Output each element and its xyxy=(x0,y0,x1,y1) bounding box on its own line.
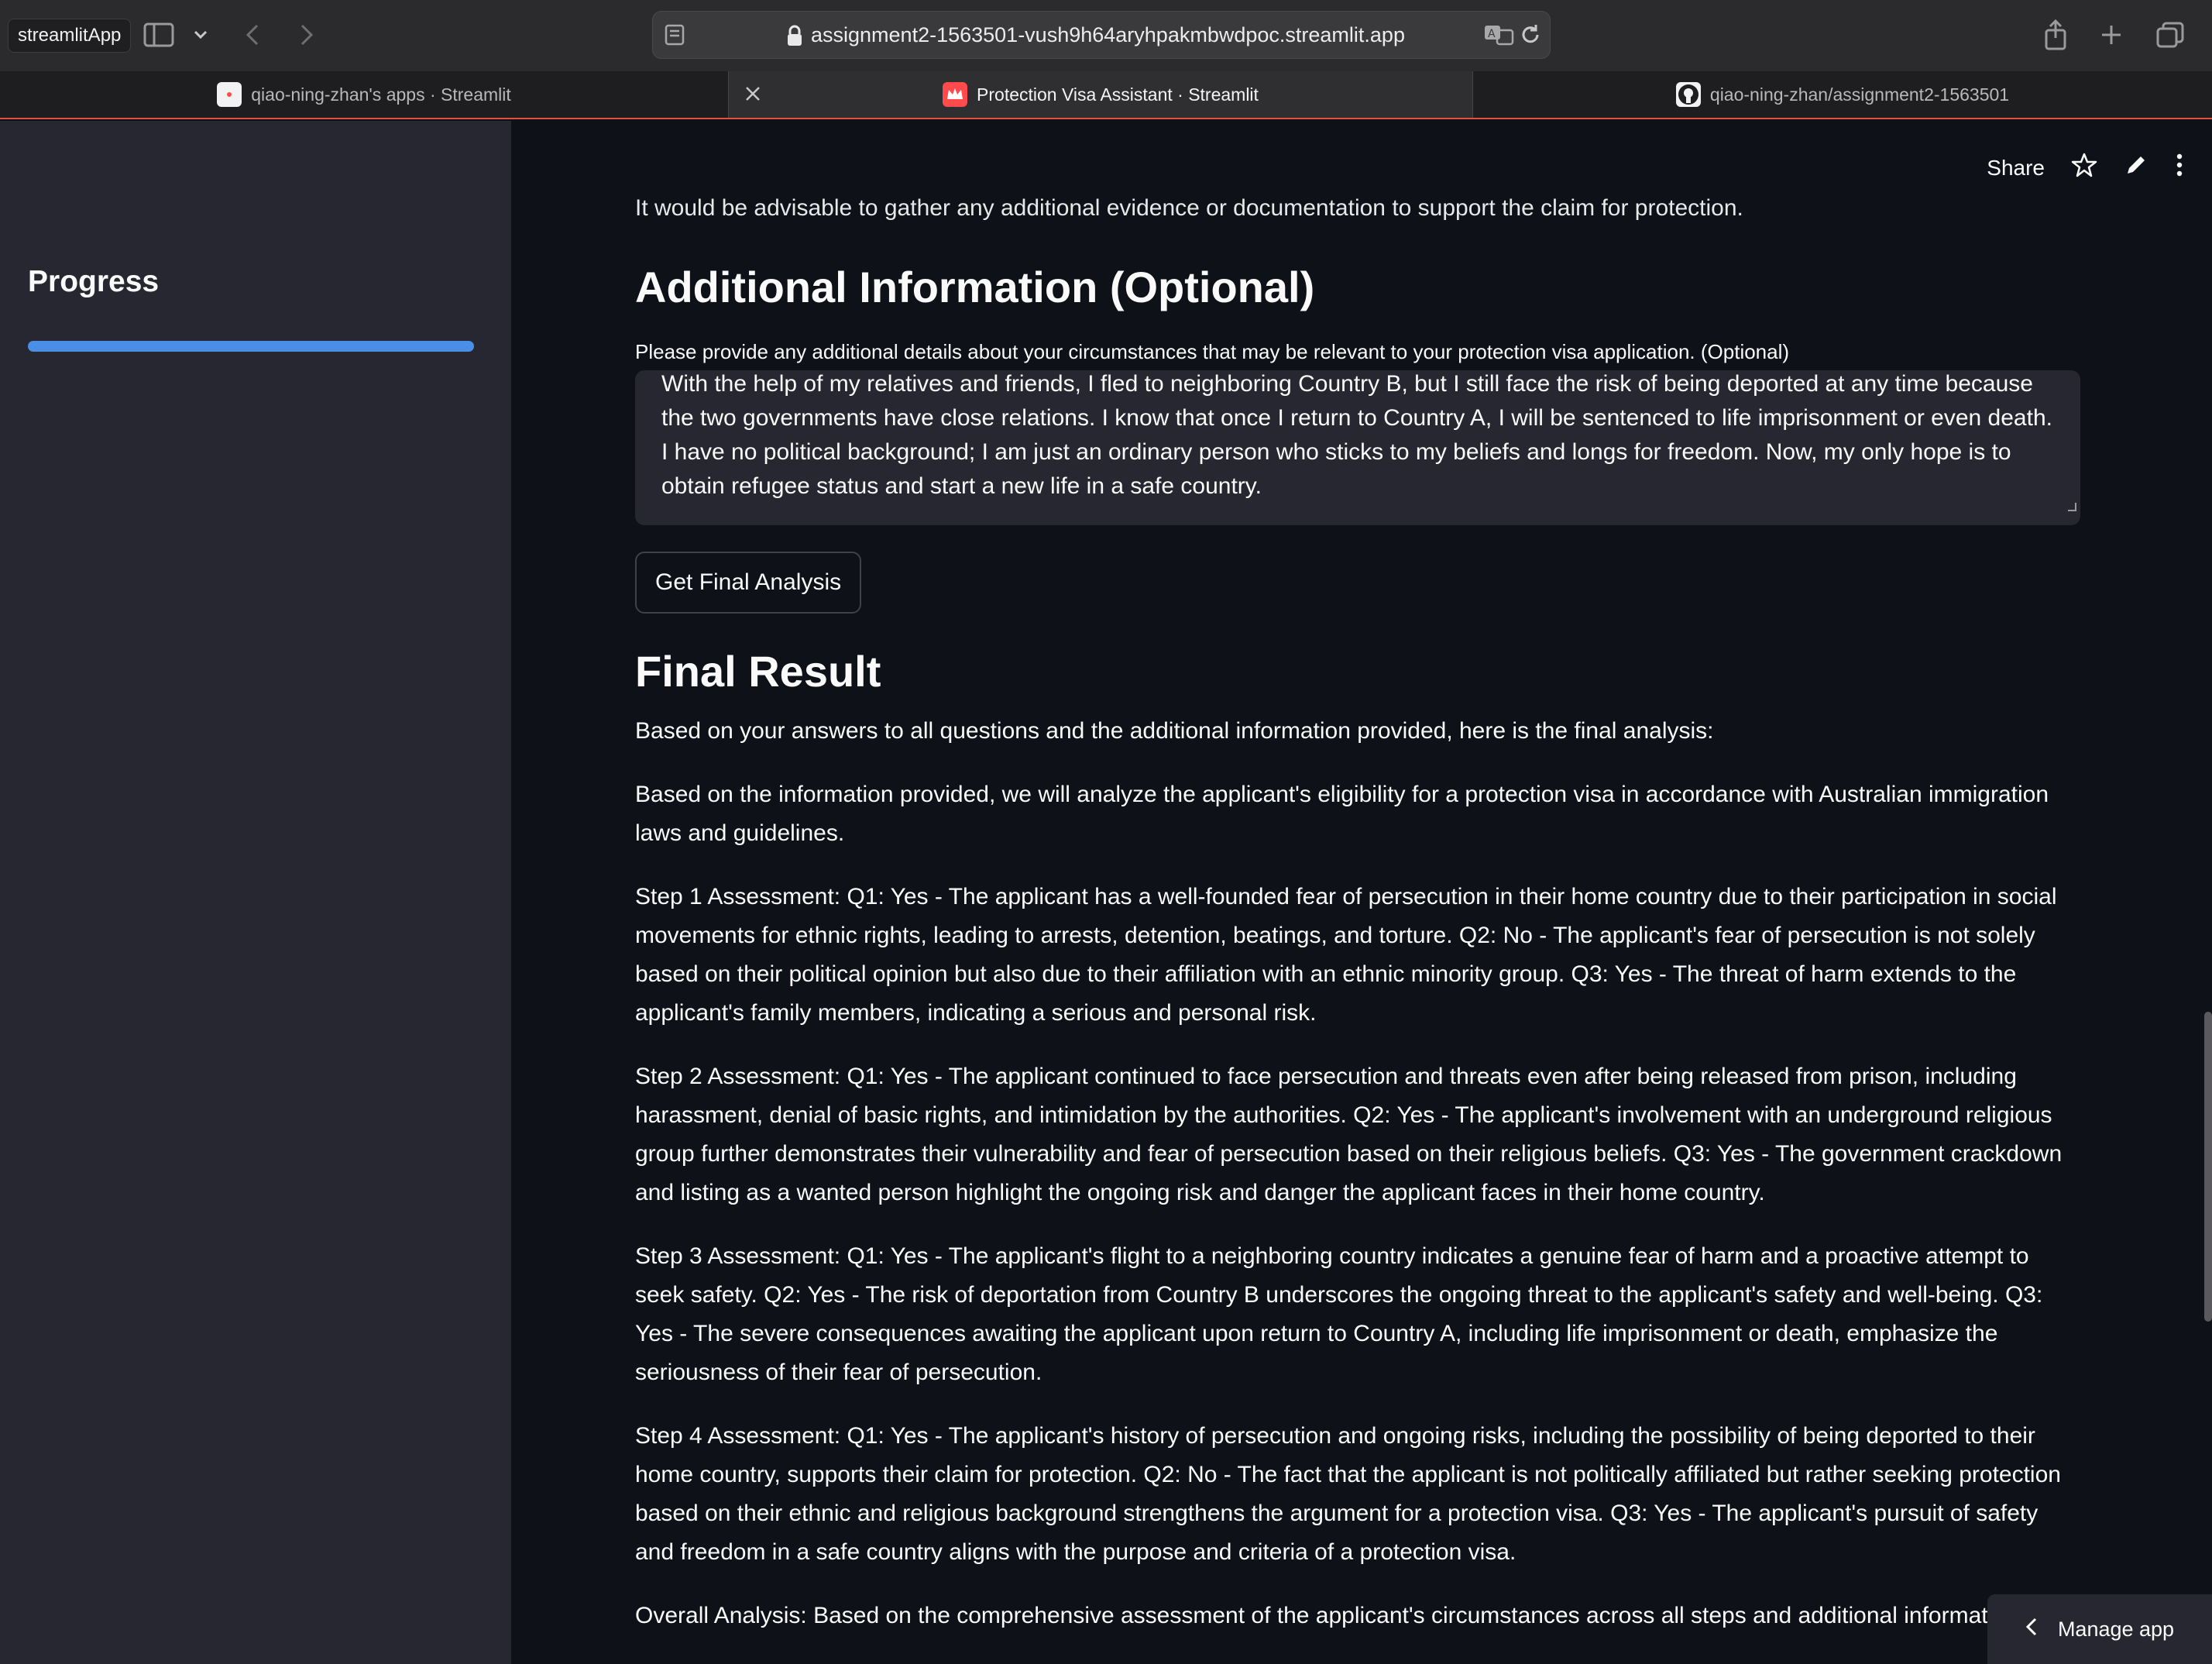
back-icon[interactable] xyxy=(239,17,266,53)
new-tab-icon[interactable] xyxy=(2096,17,2127,53)
sidebar: Progress xyxy=(0,121,511,1664)
analysis-paragraph: Step 4 Assessment: Q1: Yes - The applica… xyxy=(635,1423,2061,1565)
scrollbar[interactable] xyxy=(2204,1012,2212,1322)
additional-info-textarea[interactable]: With the help of my relatives and friend… xyxy=(635,370,2080,525)
streamlit-crown-favicon xyxy=(943,82,968,107)
manage-app-button[interactable]: Manage app xyxy=(1987,1594,2212,1664)
pencil-icon[interactable] xyxy=(2124,153,2148,183)
forward-icon[interactable] xyxy=(293,17,321,53)
close-icon[interactable] xyxy=(743,84,763,108)
manage-app-label: Manage app xyxy=(2057,1617,2175,1641)
share-button[interactable]: Share xyxy=(1987,156,2045,180)
analysis-paragraph: Step 2 Assessment: Q1: Yes - The applica… xyxy=(635,1064,2063,1205)
streamlit-favicon xyxy=(217,82,242,107)
lock-icon xyxy=(786,24,803,51)
sidebar-title: Progress xyxy=(28,265,160,298)
previous-paragraph-clipped: It would be advisable to gather any addi… xyxy=(635,195,1743,221)
content-column: It would be advisable to gather any addi… xyxy=(635,195,2080,1635)
analysis-text: Based on your answers to all questions a… xyxy=(635,712,2080,1635)
tab-protection-visa-assistant[interactable]: Protection Visa Assistant · Streamlit xyxy=(728,71,1473,118)
chevron-down-icon[interactable] xyxy=(189,17,212,53)
get-final-analysis-button[interactable]: Get Final Analysis xyxy=(635,552,862,614)
progress-bar xyxy=(28,341,474,352)
tab-github-repo[interactable]: qiao-ning-zhan/assignment2-1563501 xyxy=(1473,71,2212,118)
more-vert-icon[interactable] xyxy=(2175,153,2184,183)
textarea-value: With the help of my relatives and friend… xyxy=(661,371,2052,499)
resize-handle-icon[interactable] xyxy=(2066,488,2077,522)
reload-icon[interactable] xyxy=(1519,22,1542,51)
app-name-badge[interactable]: streamlitApp xyxy=(8,19,132,53)
reader-icon[interactable] xyxy=(664,22,689,51)
tab-streamlit-apps[interactable]: qiao-ning-zhan's apps · Streamlit xyxy=(0,71,728,118)
textarea-label: Please provide any additional details ab… xyxy=(635,340,1790,363)
chevron-left-icon xyxy=(2025,1617,2038,1642)
browser-toolbar: streamlitApp assignment2-1563501-vush9h6… xyxy=(0,0,2212,71)
analysis-paragraph: Based on your answers to all questions a… xyxy=(635,718,1714,744)
star-icon[interactable] xyxy=(2071,152,2097,184)
tab-label: qiao-ning-zhan/assignment2-1563501 xyxy=(1709,84,2010,105)
main-content: Share It would be advisable to gather an… xyxy=(511,121,2212,1664)
app-header-actions: Share xyxy=(1987,152,2184,184)
tab-label: Protection Visa Assistant · Streamlit xyxy=(977,84,1259,105)
analysis-paragraph: Based on the information provided, we wi… xyxy=(635,782,2049,846)
sidebar-toggle-icon[interactable] xyxy=(141,17,177,53)
address-bar[interactable]: assignment2-1563501-vush9h64aryhpakmbwdp… xyxy=(652,11,1551,59)
additional-info-heading: Additional Information (Optional) xyxy=(635,263,1315,311)
share-icon[interactable] xyxy=(2040,17,2071,53)
tab-strip: qiao-ning-zhan's apps · Streamlit Protec… xyxy=(0,71,2212,119)
tab-label: qiao-ning-zhan's apps · Streamlit xyxy=(251,84,511,105)
url-text: assignment2-1563501-vush9h64aryhpakmbwdp… xyxy=(811,22,1405,46)
analysis-paragraph: Overall Analysis: Based on the comprehen… xyxy=(635,1603,1994,1628)
github-icon xyxy=(1675,82,1701,107)
svg-text:A: A xyxy=(1488,28,1496,40)
translate-icon[interactable]: A xyxy=(1483,22,1514,51)
analysis-paragraph: Step 3 Assessment: Q1: Yes - The applica… xyxy=(635,1243,2043,1385)
final-result-heading: Final Result xyxy=(635,647,881,696)
analysis-paragraph: Step 1 Assessment: Q1: Yes - The applica… xyxy=(635,884,2057,1026)
progress-fill xyxy=(28,341,474,352)
tab-overview-icon[interactable] xyxy=(2153,17,2187,53)
